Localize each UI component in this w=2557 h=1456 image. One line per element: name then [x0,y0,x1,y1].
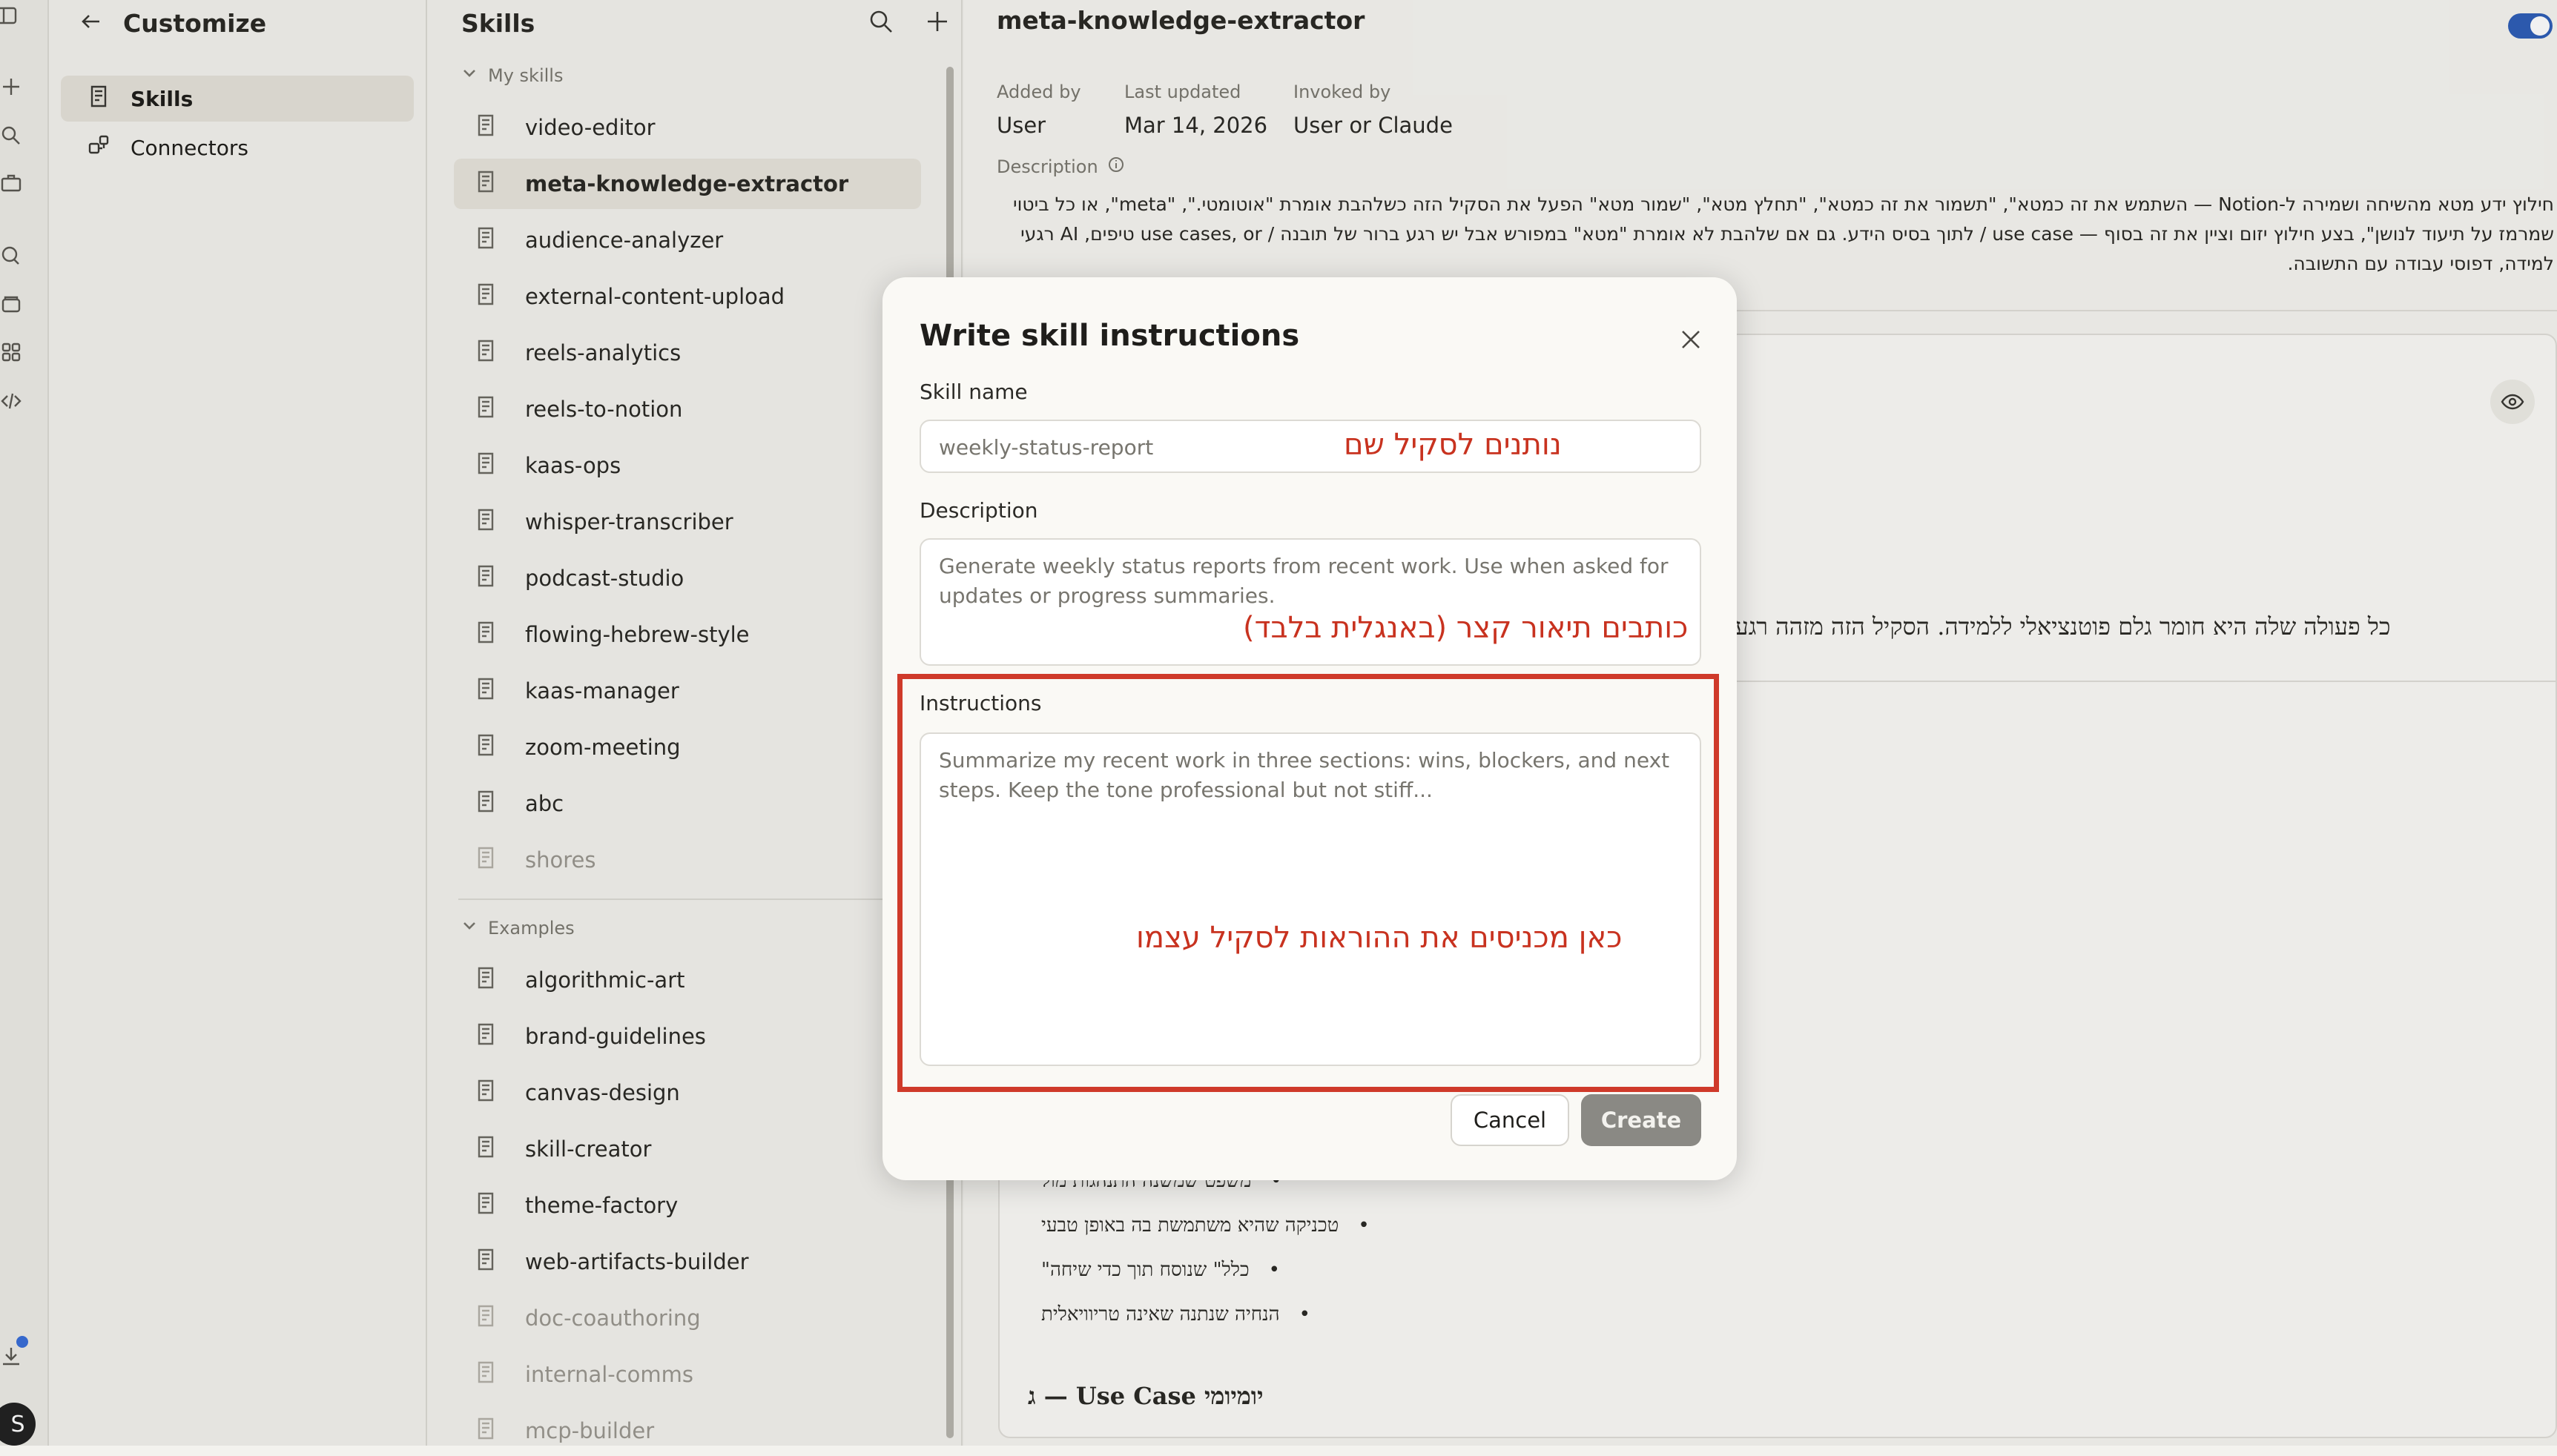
skill-name-input[interactable]: weekly-status-report [920,420,1701,473]
annotation-instructions: כאן מכניסים את ההוראות לסקיל עצמו [1136,921,1623,955]
description-textarea[interactable]: Generate weekly status reports from rece… [920,538,1701,666]
annotation-description: כותבים תיאור קצר (באנגלית בלבד) [1243,611,1689,645]
dialog-title: Write skill instructions [920,319,1300,353]
close-icon[interactable] [1677,326,1704,353]
create-button[interactable]: Create [1581,1094,1701,1146]
annotation-skill-name: נותנים לסקיל שם [1344,428,1562,462]
description-label: Description [920,498,1038,523]
instructions-label: Instructions [920,691,1042,715]
cancel-button[interactable]: Cancel [1451,1094,1569,1146]
instructions-textarea[interactable]: Summarize my recent work in three sectio… [920,732,1701,1066]
skill-name-label: Skill name [920,380,1028,404]
write-skill-dialog: Write skill instructions Skill name week… [882,277,1737,1180]
